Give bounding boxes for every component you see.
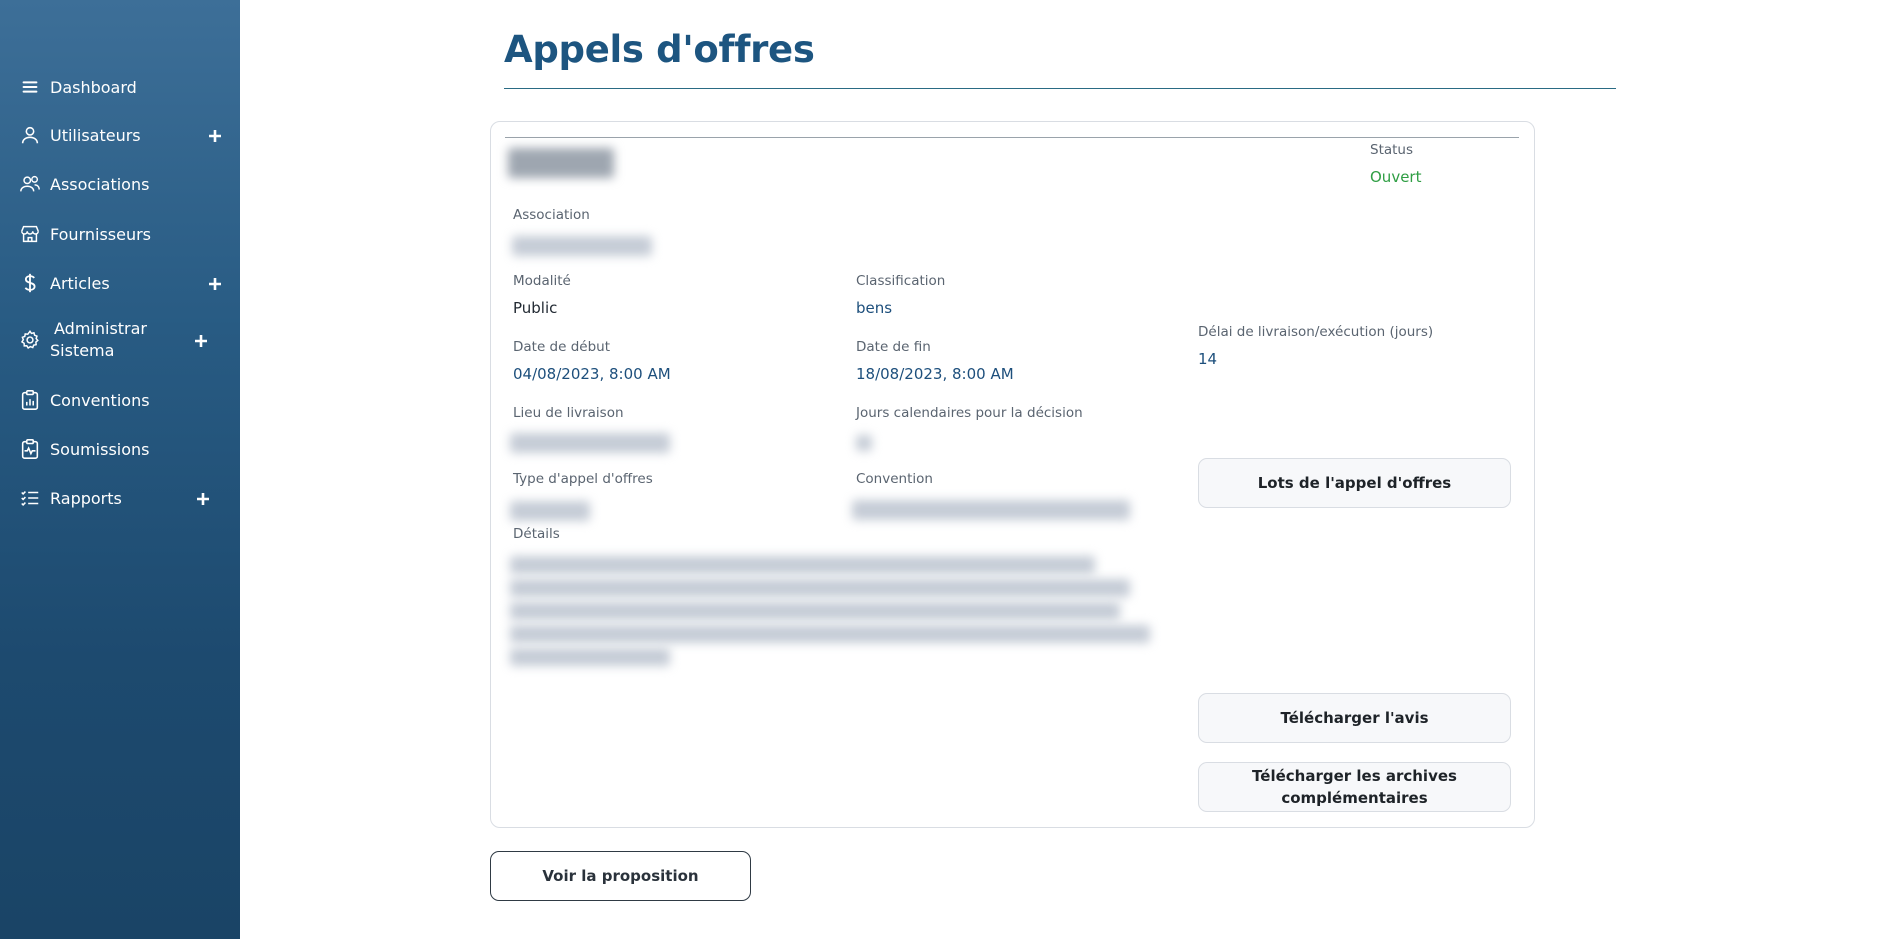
status-value: Ouvert	[1370, 168, 1422, 186]
date-fin-label: Date de fin	[856, 339, 931, 355]
voir-proposition-button[interactable]: Voir la proposition	[490, 851, 751, 901]
clipboard-pulse-icon	[18, 437, 42, 461]
sidebar-item-administrar-sistema[interactable]: Administrar Sistema	[18, 318, 208, 362]
status-label: Status	[1370, 142, 1414, 158]
sidebar: Dashboard Utilisateurs Associations Four…	[0, 0, 240, 939]
sidebar-item-articles[interactable]: Articles	[18, 271, 222, 295]
plus-icon[interactable]	[208, 276, 222, 290]
download-avis-button[interactable]: Télécharger l'avis	[1198, 693, 1511, 743]
sidebar-item-label: Rapports	[50, 488, 122, 508]
modalite-label: Modalité	[513, 273, 571, 289]
sidebar-item-label: Associations	[50, 174, 150, 194]
redacted-lieu	[510, 433, 670, 453]
sidebar-item-label: Administrar Sistema	[50, 318, 147, 362]
redacted-details-line	[510, 579, 1130, 597]
type-label: Type d'appel d'offres	[513, 471, 653, 487]
redacted-details-line	[510, 625, 1150, 643]
sidebar-item-fournisseurs[interactable]: Fournisseurs	[18, 222, 222, 246]
store-icon	[18, 222, 42, 246]
sidebar-item-label: Utilisateurs	[50, 125, 141, 145]
download-archives-button[interactable]: Télécharger les archives complémentaires	[1198, 762, 1511, 812]
plus-icon[interactable]	[194, 333, 208, 347]
user-icon	[18, 123, 42, 147]
sidebar-item-utilisateurs[interactable]: Utilisateurs	[18, 123, 222, 147]
dollar-icon	[18, 271, 42, 295]
sidebar-item-label: Soumissions	[50, 439, 150, 459]
redacted-association	[512, 236, 652, 256]
date-debut-label: Date de début	[513, 339, 611, 355]
redacted-details-line	[510, 556, 1095, 574]
redacted-convention	[852, 500, 1130, 520]
delai-value: 14	[1198, 350, 1218, 368]
association-label: Association	[513, 207, 590, 223]
delai-label: Délai de livraison/exécution (jours)	[1198, 324, 1434, 340]
convention-label: Convention	[856, 471, 933, 487]
plus-icon[interactable]	[208, 128, 222, 142]
redacted-title	[508, 148, 614, 178]
redacted-jours	[856, 435, 872, 451]
sidebar-item-label-line1: Administrar	[54, 319, 148, 338]
redacted-type	[510, 501, 590, 521]
classification-label: Classification	[856, 273, 946, 289]
gear-icon	[18, 328, 42, 352]
sidebar-item-label: Articles	[50, 273, 110, 293]
sidebar-item-conventions[interactable]: Conventions	[18, 388, 222, 412]
title-divider	[504, 88, 1616, 89]
lots-button[interactable]: Lots de l'appel d'offres	[1198, 458, 1511, 508]
modalite-value: Public	[513, 299, 558, 317]
sidebar-item-label-line2: Sistema	[50, 341, 115, 360]
jours-label: Jours calendaires pour la décision	[856, 405, 1083, 421]
sidebar-item-label: Fournisseurs	[50, 224, 152, 244]
classification-value: bens	[856, 299, 893, 317]
details-label: Détails	[513, 526, 560, 542]
clipboard-chart-icon	[18, 388, 42, 412]
sidebar-item-rapports[interactable]: Rapports	[18, 486, 222, 510]
sidebar-item-label: Conventions	[50, 390, 150, 410]
plus-icon[interactable]	[196, 491, 210, 505]
page-title: Appels d'offres	[504, 28, 815, 71]
sidebar-item-soumissions[interactable]: Soumissions	[18, 437, 222, 461]
list-icon	[18, 486, 42, 510]
date-debut-value: 04/08/2023, 8:00 AM	[513, 365, 671, 383]
menu-icon	[18, 75, 42, 99]
redacted-details-line	[510, 602, 1120, 620]
sidebar-item-associations[interactable]: Associations	[18, 172, 222, 196]
card-divider	[505, 137, 1519, 138]
sidebar-item-dashboard[interactable]: Dashboard	[18, 75, 222, 99]
lieu-label: Lieu de livraison	[513, 405, 624, 421]
sidebar-item-label: Dashboard	[50, 77, 137, 97]
date-fin-value: 18/08/2023, 8:00 AM	[856, 365, 1014, 383]
users-icon	[18, 172, 42, 196]
redacted-details-line	[510, 648, 670, 666]
